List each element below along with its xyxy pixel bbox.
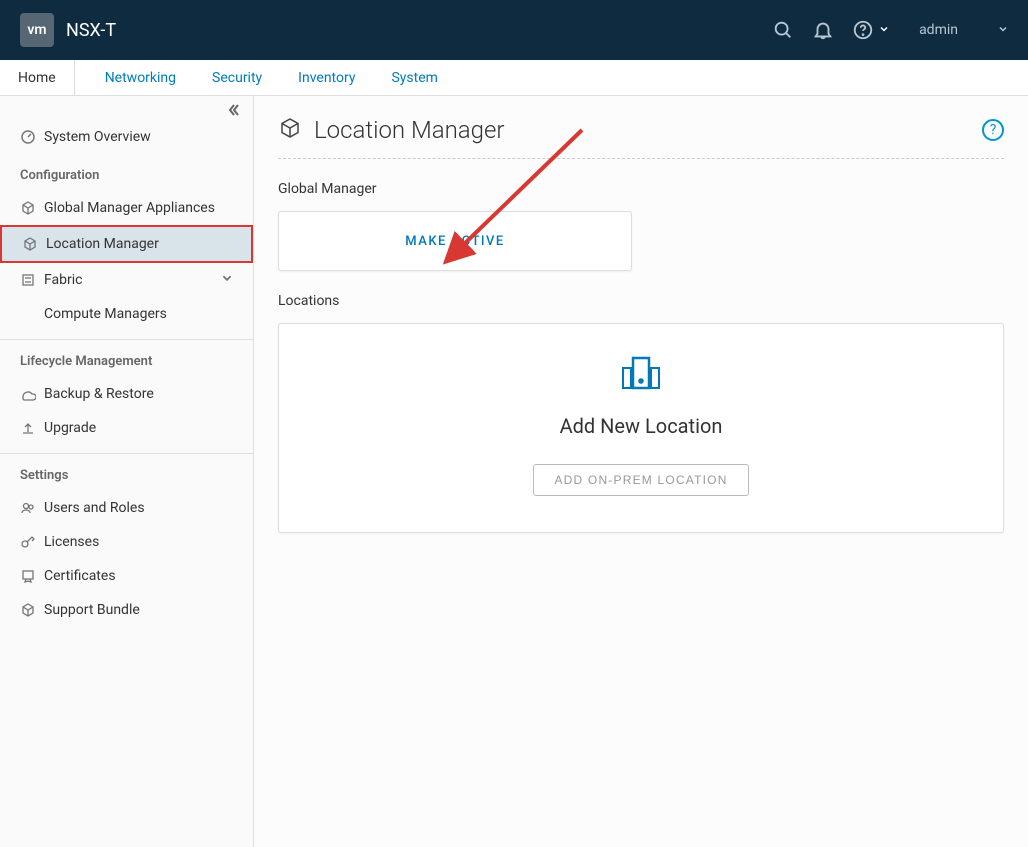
sidebar-item-certificates[interactable]: Certificates (0, 559, 253, 593)
sidebar-item-users-roles[interactable]: Users and Roles (0, 491, 253, 525)
sidebar-item-label: Certificates (44, 568, 116, 584)
cube-icon (278, 116, 302, 144)
cube-icon (20, 602, 36, 618)
chevron-down-icon (879, 22, 889, 38)
sidebar-collapse-button[interactable] (0, 96, 253, 120)
sidebar-item-upgrade[interactable]: Upgrade (0, 411, 253, 445)
sidebar-item-label: Support Bundle (44, 602, 140, 618)
location-site-icon (619, 354, 663, 396)
sidebar-item-licenses[interactable]: Licenses (0, 525, 253, 559)
sidebar-item-support-bundle[interactable]: Support Bundle (0, 593, 253, 627)
sidebar-section-lifecycle: Lifecycle Management (0, 340, 253, 377)
sidebar-item-label: Fabric (44, 272, 82, 288)
locations-label: Locations (278, 293, 1004, 309)
add-new-location-title: Add New Location (560, 414, 723, 438)
content-area: Location Manager ? Global Manager MAKE A… (254, 96, 1028, 847)
sidebar-item-compute-managers[interactable]: Compute Managers (0, 297, 253, 331)
sidebar-item-label: System Overview (44, 129, 151, 145)
sidebar-item-label: Backup & Restore (44, 386, 154, 402)
gauge-icon (20, 129, 36, 145)
tab-security[interactable]: Security (194, 60, 280, 95)
chevron-down-icon (998, 22, 1008, 38)
help-menu[interactable] (843, 10, 889, 50)
cube-icon (22, 236, 38, 252)
locations-card: Add New Location ADD ON-PREM LOCATION (278, 323, 1004, 533)
sidebar-item-label: Licenses (44, 534, 99, 550)
sidebar-item-label: Upgrade (44, 420, 96, 436)
tab-home[interactable]: Home (0, 60, 75, 95)
sidebar-item-label: Global Manager Appliances (44, 200, 215, 216)
page-help-button[interactable]: ? (982, 119, 1004, 141)
sidebar-item-label: Users and Roles (44, 500, 145, 516)
tab-system[interactable]: System (373, 60, 455, 95)
make-active-button[interactable]: MAKE ACTIVE (405, 234, 505, 249)
sidebar-item-system-overview[interactable]: System Overview (0, 120, 253, 154)
help-icon (843, 10, 883, 50)
upload-icon (20, 420, 36, 436)
add-onprem-location-button[interactable]: ADD ON-PREM LOCATION (533, 464, 748, 496)
sidebar-section-configuration: Configuration (0, 154, 253, 191)
users-icon (20, 500, 36, 516)
brand-title: NSX-T (66, 20, 116, 41)
brand-logo: vm (20, 13, 54, 47)
global-manager-label: Global Manager (278, 181, 1004, 197)
top-nav-tabs: Home Networking Security Inventory Syste… (0, 60, 1028, 96)
tab-networking[interactable]: Networking (87, 60, 194, 95)
sidebar-item-location-manager[interactable]: Location Manager (0, 225, 253, 263)
sidebar-item-label: Compute Managers (44, 306, 167, 322)
page-title: Location Manager (314, 116, 504, 144)
server-icon (20, 272, 36, 288)
user-menu[interactable]: admin (919, 22, 1008, 38)
cube-icon (20, 200, 36, 216)
key-icon (20, 534, 36, 550)
sidebar-item-label: Location Manager (46, 236, 159, 252)
sidebar-item-global-manager-appliances[interactable]: Global Manager Appliances (0, 191, 253, 225)
top-header: vm NSX-T admin (0, 0, 1028, 60)
backup-icon (20, 386, 36, 402)
chevron-down-icon (221, 272, 233, 288)
tab-inventory[interactable]: Inventory (280, 60, 373, 95)
certificate-icon (20, 568, 36, 584)
global-manager-card: MAKE ACTIVE (278, 211, 632, 271)
sidebar-section-settings: Settings (0, 454, 253, 491)
bell-icon[interactable] (803, 10, 843, 50)
sidebar-item-backup-restore[interactable]: Backup & Restore (0, 377, 253, 411)
page-title-row: Location Manager ? (278, 116, 1004, 159)
user-label: admin (919, 22, 958, 38)
search-icon[interactable] (763, 10, 803, 50)
sidebar: System Overview Configuration Global Man… (0, 96, 254, 847)
sidebar-item-fabric[interactable]: Fabric (0, 263, 253, 297)
